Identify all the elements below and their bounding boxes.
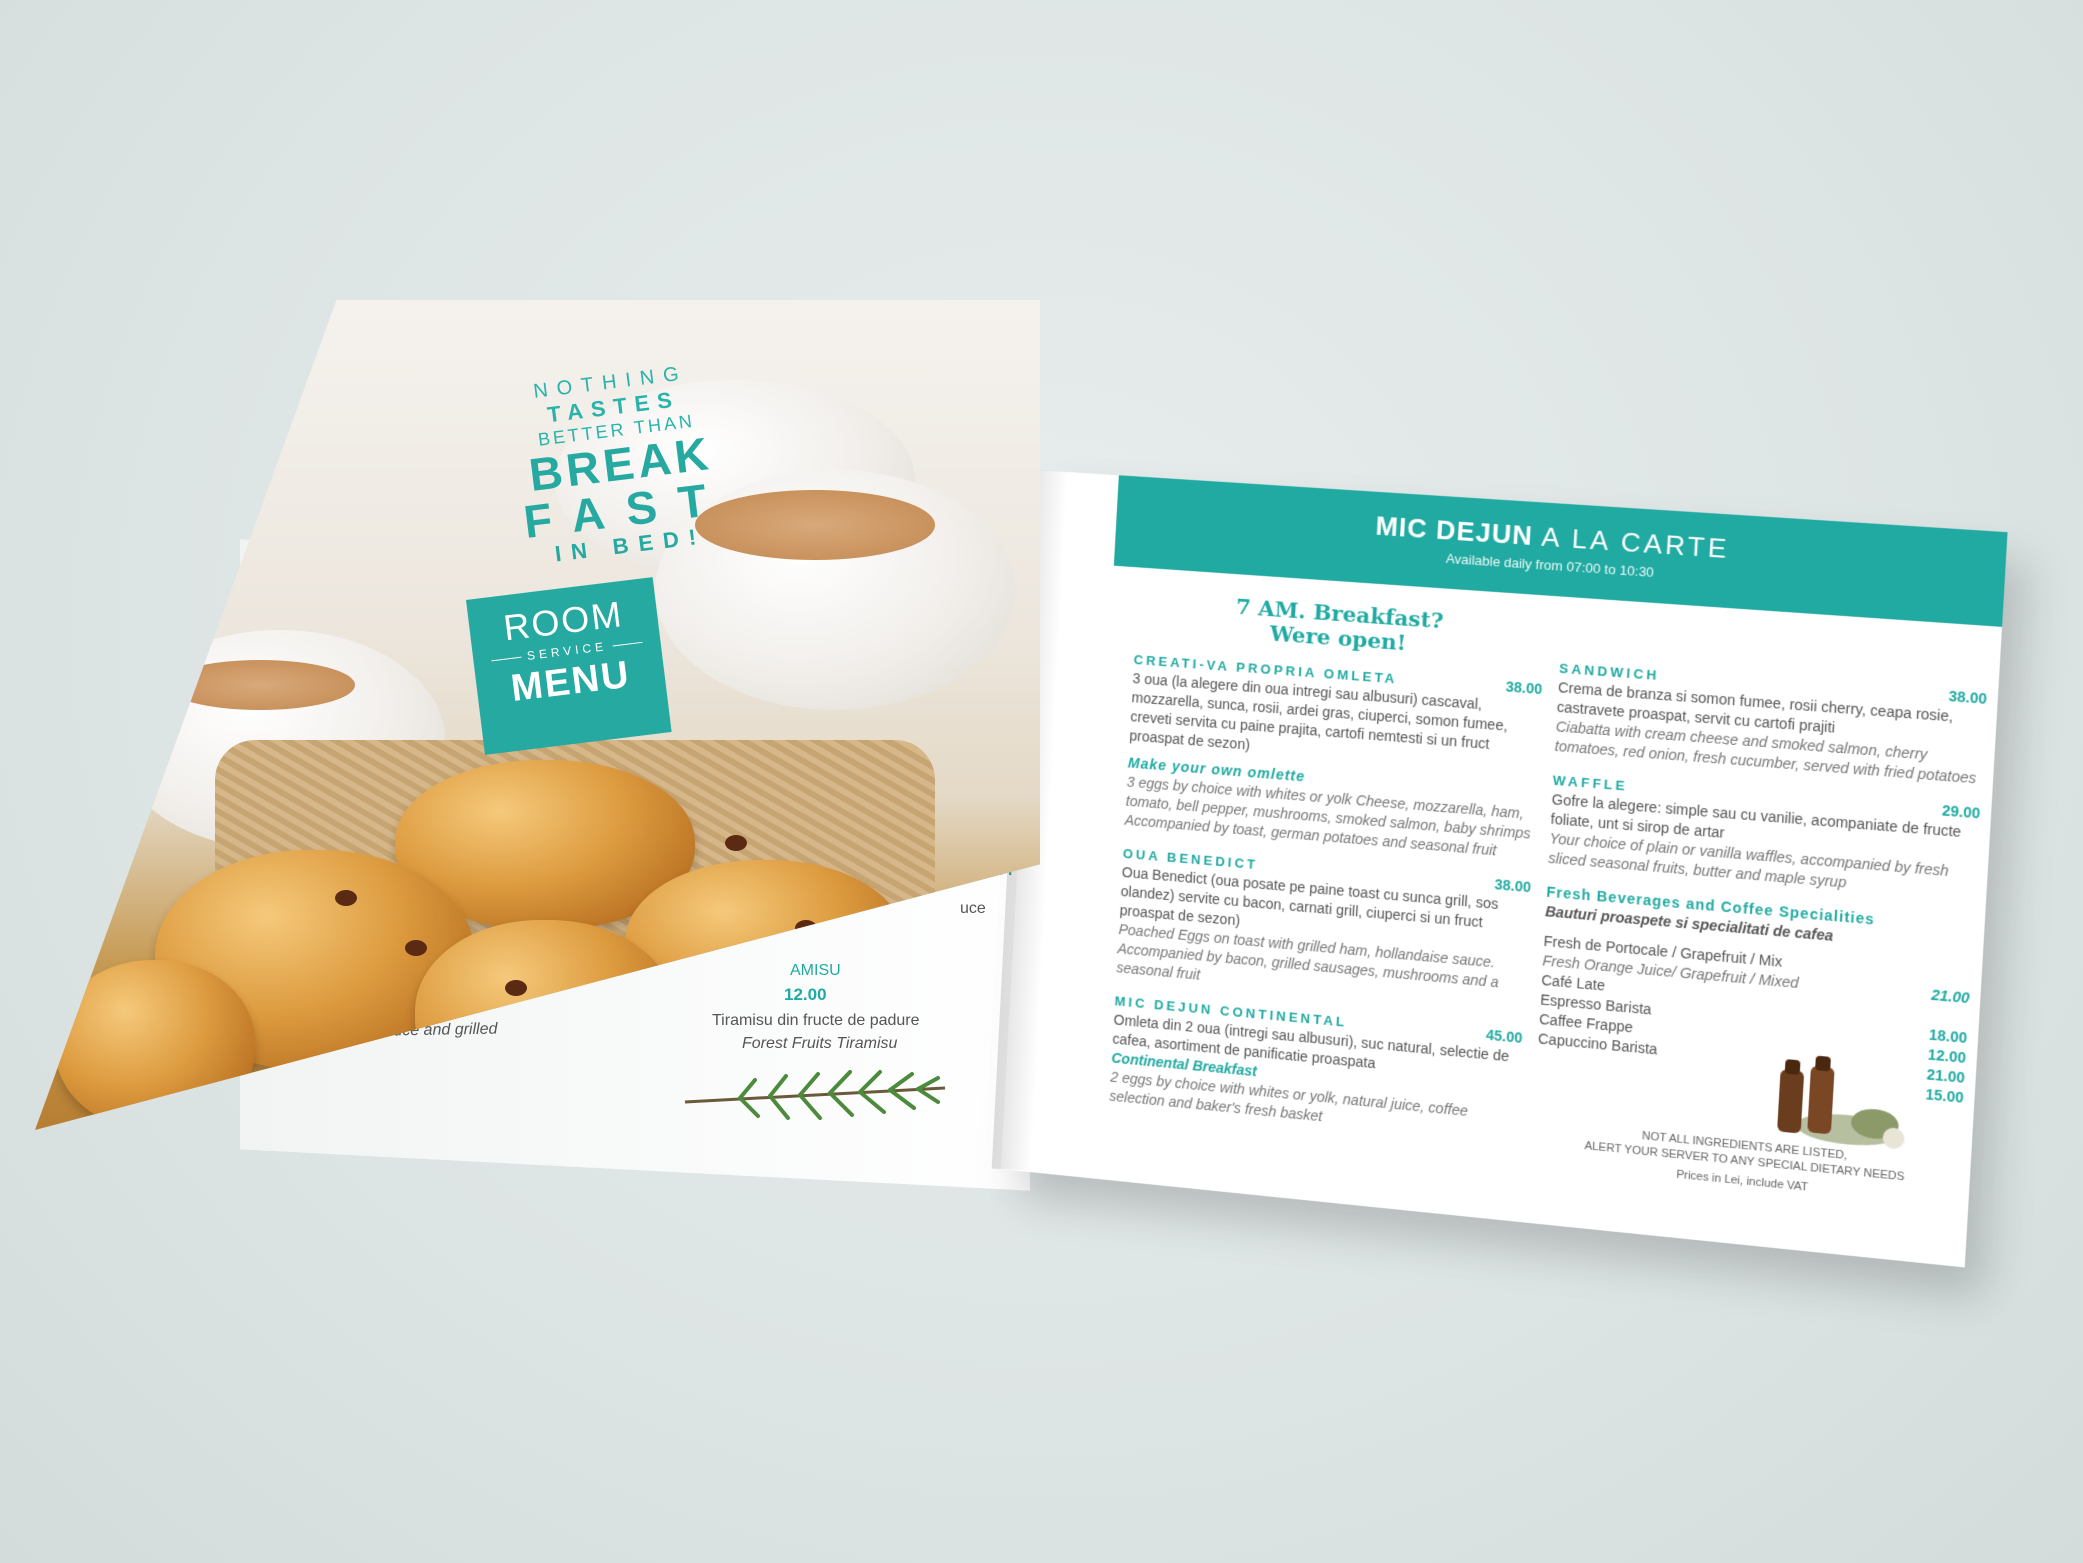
beverage-name: [1536, 1049, 1537, 1068]
menu-left-column: 7 AM. Breakfast? Were open! CREATI-VA PR…: [1109, 588, 1547, 1146]
cover-tagline: NOTHING TASTES BETTER THAN BREAK FAST IN…: [500, 358, 741, 571]
raisin: [405, 940, 427, 956]
sandwich-price: 38.00: [1948, 687, 1988, 708]
beverage-price: 21.00: [1930, 986, 1970, 1007]
beverage-price: [1968, 1008, 1969, 1028]
beverage-price: [1970, 969, 1971, 989]
back-dessert-en: Forest Fruits Tiramisu: [742, 1035, 898, 1052]
banner-title-light: A LA CARTE: [1540, 520, 1731, 565]
menu-right-column: SANDWICH 38.00 Crema de branza si somon …: [1536, 617, 1989, 1108]
banner-title-bold: MIC DEJUN: [1374, 510, 1534, 552]
back-fragment: uce: [960, 900, 986, 917]
back-fragment: amisu: [790, 962, 841, 979]
pepper-mill-icon: [1777, 1055, 1905, 1150]
rosemary-sprig-icon: [684, 1070, 946, 1120]
room-service-logo: ROOM SERVICE MENU: [466, 577, 672, 755]
benedict-price: 38.00: [1494, 875, 1532, 896]
beverage-price: 15.00: [1925, 1085, 1965, 1106]
logo-rule: [612, 641, 643, 646]
logo-rule: [491, 656, 522, 661]
omleta-price: 38.00: [1505, 678, 1543, 698]
raisin: [505, 980, 527, 996]
raisin: [335, 890, 357, 906]
back-price: 12.00: [784, 985, 827, 1004]
back-dessert-ro: Tiramisu din fructe de padure: [712, 1012, 920, 1029]
menu-inner-page: MIC DEJUN A LA CARTE Available daily fro…: [1000, 470, 2008, 1268]
raisin: [725, 835, 747, 851]
